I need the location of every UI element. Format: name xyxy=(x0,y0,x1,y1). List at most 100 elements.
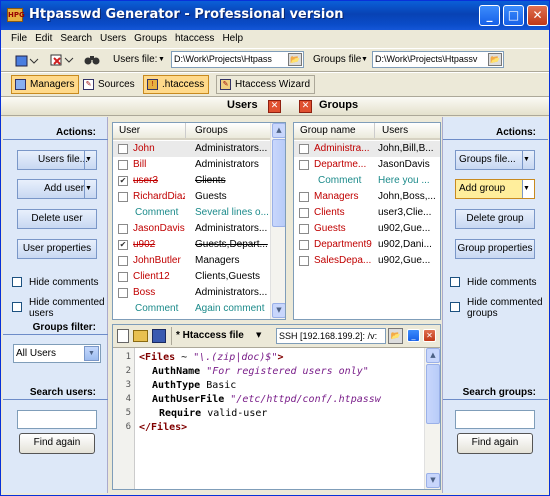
save-icon[interactable] xyxy=(152,329,166,343)
groups-file-label[interactable]: Groups file xyxy=(313,52,361,70)
column-user[interactable]: User xyxy=(119,125,140,136)
delete-user-button[interactable]: Delete user xyxy=(17,209,97,229)
users-table[interactable]: User Groups John Administrators... Bill Adm… xyxy=(112,122,286,320)
table-row[interactable]: Clients user3,Clie... xyxy=(294,205,440,221)
groups-file-button[interactable]: Groups file... ▼ xyxy=(455,150,535,170)
column-users[interactable]: Users xyxy=(382,125,408,136)
table-row[interactable]: John Administrators... xyxy=(113,141,270,157)
row-checkbox[interactable] xyxy=(118,192,128,202)
table-row[interactable]: Department9 u902,Dani... xyxy=(294,237,440,253)
table-row[interactable]: JohnButler Managers xyxy=(113,253,270,269)
binoculars-icon[interactable] xyxy=(84,52,102,70)
groups-file-dropdown-icon[interactable]: ▼ xyxy=(361,52,368,70)
browse-folder-icon[interactable]: 📂 xyxy=(388,328,403,344)
users-file-path[interactable]: D:\Work\Projects\Htpass 📂 xyxy=(171,51,304,68)
groups-filter-select[interactable]: All Users ▼ xyxy=(13,344,101,363)
chevron-down-icon[interactable]: ▼ xyxy=(84,180,96,198)
scroll-up-icon[interactable]: ▲ xyxy=(426,348,440,363)
table-row[interactable]: ✔ u902 Guests,Depart... xyxy=(113,237,270,253)
row-checkbox[interactable]: ✔ xyxy=(118,240,128,250)
search-groups-input[interactable] xyxy=(455,410,535,429)
scroll-thumb[interactable] xyxy=(272,139,285,227)
row-checkbox[interactable] xyxy=(299,240,309,250)
table-row[interactable]: Administra... John,Bill,B... xyxy=(294,141,440,157)
chevron-down-icon[interactable]: ▼ xyxy=(84,346,99,361)
editor-scrollbar[interactable]: ▲ ▼ xyxy=(424,348,440,489)
row-checkbox[interactable] xyxy=(299,192,309,202)
editor-file-label[interactable]: * Htaccess file xyxy=(176,330,244,341)
hide-commented-users-checkbox[interactable] xyxy=(12,302,22,312)
row-checkbox[interactable] xyxy=(118,256,128,266)
table-row[interactable]: Managers John,Boss,... xyxy=(294,189,440,205)
menu-file[interactable]: File xyxy=(7,30,31,44)
row-checkbox[interactable]: ✔ xyxy=(118,176,128,186)
row-checkbox[interactable] xyxy=(299,144,309,154)
add-group-button[interactable]: Add group ▼ xyxy=(455,179,535,199)
users-file-dropdown-icon[interactable]: ▼ xyxy=(158,52,165,70)
tab-managers[interactable]: Managers xyxy=(11,75,80,94)
column-group-name[interactable]: Group name xyxy=(300,125,356,136)
tab-sources[interactable]: ✎ Sources xyxy=(79,75,140,94)
delete-group-button[interactable]: Delete group xyxy=(455,209,535,229)
row-checkbox[interactable] xyxy=(118,288,128,298)
table-row[interactable]: Comment Again comment xyxy=(113,301,270,317)
row-checkbox[interactable] xyxy=(118,144,128,154)
tab-htaccess[interactable]: ! .htaccess xyxy=(143,75,210,94)
editor-minimize-icon[interactable]: _ xyxy=(407,329,420,342)
chevron-down-icon[interactable]: ▼ xyxy=(522,151,534,169)
column-groups[interactable]: Groups xyxy=(195,125,228,136)
htaccess-editor[interactable]: * Htaccess file ▼ SSH [192.168.199.2]: /… xyxy=(112,324,441,490)
open-icon[interactable] xyxy=(13,52,41,70)
find-again-users-button[interactable]: Find again xyxy=(19,433,95,454)
chevron-down-icon[interactable]: ▼ xyxy=(256,331,261,339)
code-area[interactable]: <Files ~ "\.(zip|doc)$"> AuthName "For r… xyxy=(139,348,424,478)
table-row[interactable]: Comment Here you ... xyxy=(294,173,440,189)
chevron-down-icon[interactable]: ▼ xyxy=(84,151,96,169)
new-file-icon[interactable] xyxy=(117,329,129,343)
row-checkbox[interactable] xyxy=(118,272,128,282)
row-checkbox[interactable] xyxy=(118,160,128,170)
add-user-button[interactable]: Add user ▼ xyxy=(17,179,97,199)
table-row[interactable]: Guests u902,Gue... xyxy=(294,221,440,237)
users-file-label[interactable]: Users file: xyxy=(113,52,157,70)
chevron-down-icon[interactable]: ▼ xyxy=(522,180,534,198)
users-file-browse-icon[interactable]: 📂 xyxy=(288,53,302,66)
row-checkbox[interactable] xyxy=(299,160,309,170)
group-properties-button[interactable]: Group properties xyxy=(455,239,535,259)
hide-comments-checkbox[interactable] xyxy=(450,277,460,287)
scroll-thumb[interactable] xyxy=(426,364,440,424)
menu-htaccess[interactable]: htaccess xyxy=(171,30,218,44)
delete-icon[interactable] xyxy=(49,52,77,70)
menu-users[interactable]: Users xyxy=(96,30,130,44)
close-button[interactable]: ✕ xyxy=(527,5,548,26)
table-row[interactable]: Boss Administrators... xyxy=(113,285,270,301)
user-properties-button[interactable]: User properties xyxy=(17,239,97,259)
row-checkbox[interactable] xyxy=(118,224,128,234)
connection-field[interactable]: SSH [192.168.199.2]: /v: xyxy=(276,328,386,344)
row-checkbox[interactable] xyxy=(299,224,309,234)
menu-groups[interactable]: Groups xyxy=(130,30,171,44)
scroll-down-icon[interactable]: ▼ xyxy=(272,303,285,318)
table-row[interactable]: Bill Administrators xyxy=(113,157,270,173)
users-scrollbar[interactable]: ▲ ▼ xyxy=(270,123,285,319)
menu-help[interactable]: Help xyxy=(218,30,247,44)
open-folder-icon[interactable] xyxy=(133,330,148,342)
table-row[interactable]: SalesDepa... u902,Gue... xyxy=(294,253,440,269)
scroll-up-icon[interactable]: ▲ xyxy=(272,123,285,138)
scroll-down-icon[interactable]: ▼ xyxy=(426,473,440,488)
row-checkbox[interactable] xyxy=(299,208,309,218)
maximize-button[interactable]: □ xyxy=(503,5,524,26)
search-users-input[interactable] xyxy=(17,410,97,429)
groups-table[interactable]: Group name Users Administra... John,Bill,… xyxy=(293,122,441,320)
row-checkbox[interactable] xyxy=(299,256,309,266)
users-file-button[interactable]: Users file... ▼ xyxy=(17,150,97,170)
table-row[interactable]: JasonDavis Administrators... xyxy=(113,221,270,237)
groups-file-browse-icon[interactable]: 📂 xyxy=(488,53,502,66)
menu-search[interactable]: Search xyxy=(56,30,96,44)
menu-edit[interactable]: Edit xyxy=(31,30,56,44)
close-groups-icon[interactable]: ✕ xyxy=(299,100,312,113)
minimize-button[interactable]: _ xyxy=(479,5,500,26)
hide-commented-groups-checkbox[interactable] xyxy=(450,302,460,312)
table-row[interactable]: RichardDiaz Guests xyxy=(113,189,270,205)
tab-wizard[interactable]: ✎ Htaccess Wizard xyxy=(216,75,316,94)
